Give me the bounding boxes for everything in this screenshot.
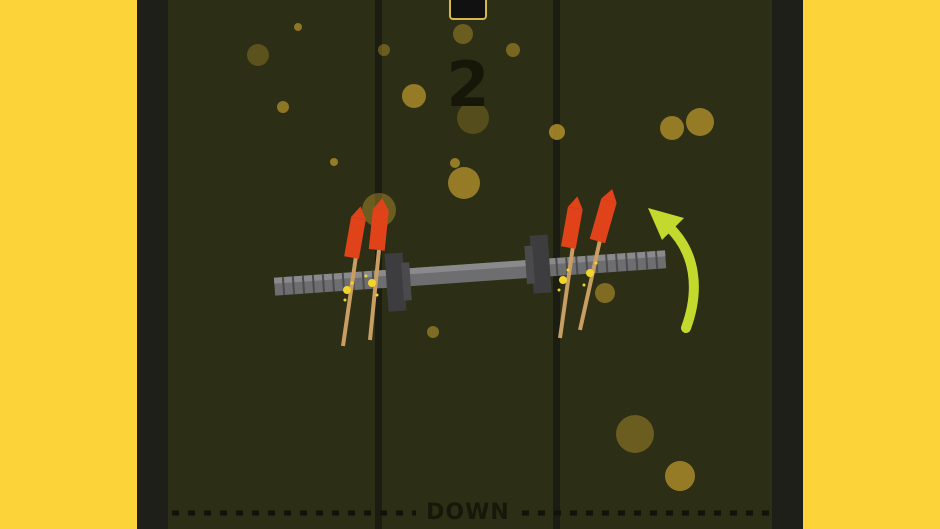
particle (665, 461, 695, 491)
particle (330, 158, 338, 166)
particle (294, 23, 302, 31)
barbell[interactable] (272, 226, 668, 319)
particle (427, 326, 439, 338)
particle (378, 44, 390, 56)
particle (616, 415, 654, 453)
particle (402, 84, 426, 108)
particle (247, 44, 269, 66)
particle (686, 108, 714, 136)
particle (450, 158, 460, 168)
particle (595, 283, 615, 303)
particle (660, 116, 684, 140)
down-label: DOWN (426, 500, 510, 525)
pause-button[interactable] (449, 0, 487, 20)
particle (277, 101, 289, 113)
particle (448, 167, 480, 199)
score-counter: 2 (446, 48, 490, 121)
particle (506, 43, 520, 57)
particle (549, 124, 565, 140)
particle (453, 24, 473, 44)
